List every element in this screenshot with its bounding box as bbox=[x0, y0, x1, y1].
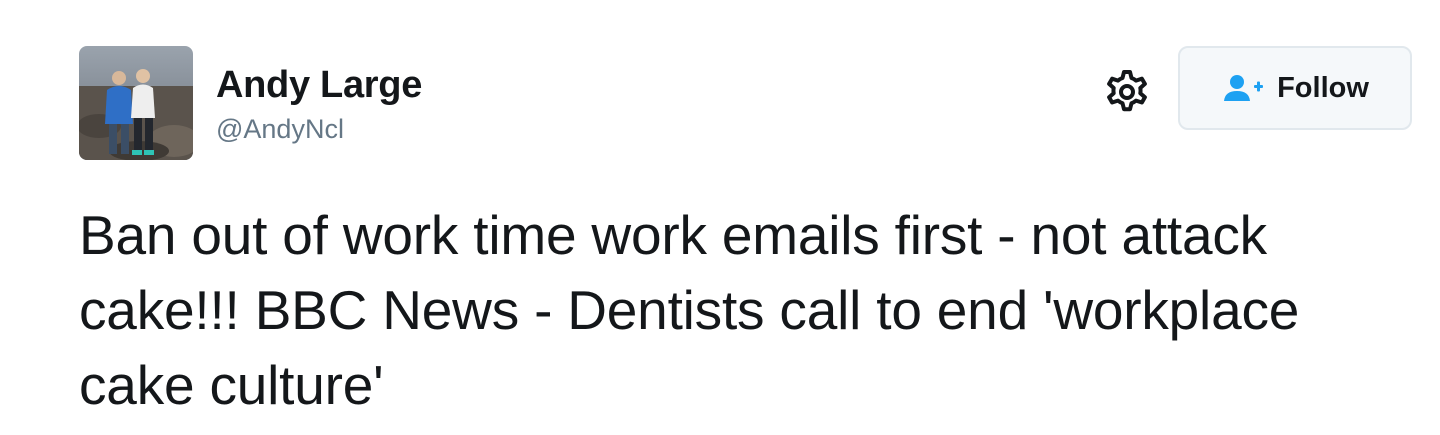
gear-icon[interactable] bbox=[1103, 68, 1151, 116]
screen-name[interactable]: @AndyNcl bbox=[216, 112, 422, 146]
follow-label: Follow bbox=[1277, 71, 1369, 104]
display-name[interactable]: Andy Large bbox=[216, 62, 422, 108]
tweet-text: Ban out of work time work emails first -… bbox=[79, 204, 1300, 416]
avatar-photo bbox=[79, 46, 193, 160]
follow-button[interactable]: Follow bbox=[1178, 46, 1412, 130]
person-add-icon bbox=[1224, 75, 1264, 101]
avatar[interactable] bbox=[79, 46, 193, 160]
author-info[interactable]: Andy Large @AndyNcl bbox=[216, 62, 422, 146]
tweet-card: Andy Large @AndyNcl Follow Ban out of wo… bbox=[0, 0, 1440, 435]
